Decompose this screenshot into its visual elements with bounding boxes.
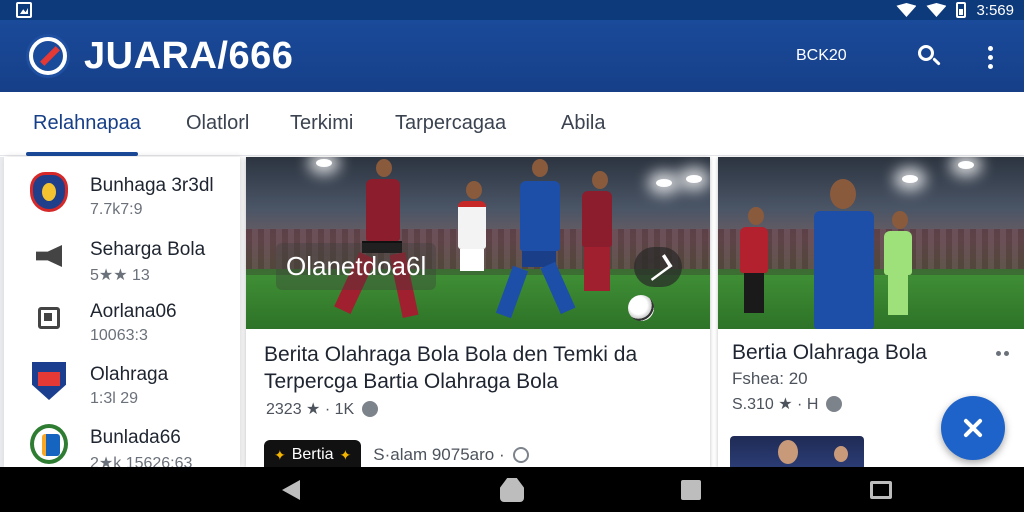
sidebar-item-title: Seharga Bola bbox=[90, 239, 206, 260]
back-icon[interactable] bbox=[282, 480, 300, 500]
status-icons: 3:569 bbox=[896, 0, 1014, 20]
sidebar-item-4[interactable]: Bunlada66 2★k 15626:63 bbox=[4, 413, 240, 467]
active-tab-indicator bbox=[26, 152, 138, 156]
sidebar-item-2[interactable]: Aorlana06 10063:3 bbox=[4, 287, 240, 349]
sidebar-item-title: Bunlada66 bbox=[90, 427, 181, 448]
tab-abila[interactable]: Abila bbox=[561, 112, 605, 135]
clock-icon bbox=[362, 401, 379, 417]
close-icon bbox=[961, 416, 985, 440]
side-card-meta: S.310 ★ · H bbox=[732, 394, 843, 414]
match-photo: Olanetdoa6l bbox=[246, 157, 710, 329]
wifi-icon bbox=[896, 3, 917, 17]
match-photo-side bbox=[718, 157, 1024, 329]
sidebar-item-title: Olahraga bbox=[90, 364, 169, 385]
badge-label: Bertia bbox=[291, 446, 334, 463]
sidebar: Bunhaga 3r3dl 7.7k7:9 Seharga Bola 5★★ 1… bbox=[4, 157, 240, 467]
logo-icon[interactable] bbox=[26, 34, 70, 78]
card-meta-text: 2323 ★ · 1K bbox=[266, 401, 355, 418]
sidebar-item-meta: 1:3l 29 bbox=[90, 390, 139, 407]
category-badge[interactable]: ✦ Bertia ✦ bbox=[264, 440, 362, 467]
card-meta: 2323 ★ · 1K bbox=[266, 399, 379, 419]
sidebar-item-meta: 10063:3 bbox=[90, 327, 148, 344]
clock-icon bbox=[826, 396, 843, 412]
green-crest-icon bbox=[28, 423, 70, 465]
megaphone-icon bbox=[28, 235, 70, 277]
sparkle-icon: ✦ bbox=[339, 446, 352, 463]
more-vert-icon[interactable] bbox=[982, 42, 998, 72]
tab-tarpercagaa[interactable]: Tarpercagaa bbox=[395, 112, 506, 135]
rotate-icon[interactable] bbox=[870, 481, 892, 499]
tab-bar: Relahnapaa Olatlorl Terkimi Tarpercagaa … bbox=[0, 92, 1024, 156]
fab-close-button[interactable] bbox=[941, 396, 1005, 460]
team-crest-icon bbox=[28, 171, 70, 213]
square-icon bbox=[28, 297, 70, 339]
bottom-text-label: S·alam 9075aro · bbox=[373, 445, 505, 464]
sidebar-item-meta: 7.7k7:9 bbox=[90, 201, 143, 218]
side-card-subtitle: Fshea: 20 bbox=[732, 369, 808, 388]
more-horiz-icon[interactable] bbox=[996, 351, 1009, 356]
search-icon[interactable] bbox=[914, 42, 944, 72]
card-bottom-text: S·alam 9075aro · bbox=[373, 445, 529, 465]
sidebar-item-title: Bunhaga 3r3dl bbox=[90, 175, 214, 196]
sidebar-item-meta: 2★k 15626:63 bbox=[90, 455, 193, 467]
app-title: JUARA/666 bbox=[84, 35, 294, 77]
image-icon bbox=[16, 2, 32, 18]
sidebar-item-0[interactable]: Bunhaga 3r3dl 7.7k7:9 bbox=[4, 161, 240, 223]
battery-icon bbox=[956, 2, 967, 18]
info-icon bbox=[512, 447, 529, 463]
side-card-thumbnail[interactable] bbox=[730, 436, 864, 467]
signal-icon bbox=[926, 3, 947, 17]
sidebar-item-title: Aorlana06 bbox=[90, 301, 177, 322]
status-bar: 3:569 bbox=[0, 0, 1024, 20]
tab-olatlorl[interactable]: Olatlorl bbox=[186, 112, 249, 135]
card-bottom-row: ✦ Bertia ✦ S·alam 9075aro · bbox=[264, 438, 529, 467]
sidebar-item-3[interactable]: Olahraga 1:3l 29 bbox=[4, 350, 240, 412]
recents-icon[interactable] bbox=[681, 480, 701, 500]
sparkle-icon: ✦ bbox=[274, 446, 286, 463]
tab-terkimi[interactable]: Terkimi bbox=[290, 112, 353, 135]
tab-relahnapaa[interactable]: Relahnapaa bbox=[33, 112, 141, 135]
side-card-title[interactable]: Bertia Olahraga Bola bbox=[732, 341, 927, 365]
side-card-meta-text: S.310 ★ · H bbox=[732, 396, 819, 413]
football bbox=[628, 295, 654, 321]
sidebar-item-1[interactable]: Seharga Bola 5★★ 13 bbox=[4, 225, 240, 287]
photo-overlay-label: Olanetdoa6l bbox=[276, 243, 437, 290]
home-icon[interactable] bbox=[500, 478, 524, 502]
sidebar-item-meta: 5★★ 13 bbox=[90, 267, 150, 284]
status-time: 3:569 bbox=[976, 1, 1014, 19]
news-card-main[interactable]: Olanetdoa6l Berita Olahraga Bola Bola de… bbox=[246, 157, 710, 467]
share-icon[interactable] bbox=[634, 247, 682, 287]
card-title[interactable]: Berita Olahraga Bola Bola den Temki da T… bbox=[264, 341, 694, 395]
system-nav-bar bbox=[0, 467, 1024, 512]
appbar-secondary-text[interactable]: BCK20 bbox=[796, 47, 847, 65]
app-bar: JUARA/666 BCK20 bbox=[0, 20, 1024, 111]
shield-icon bbox=[28, 360, 70, 402]
